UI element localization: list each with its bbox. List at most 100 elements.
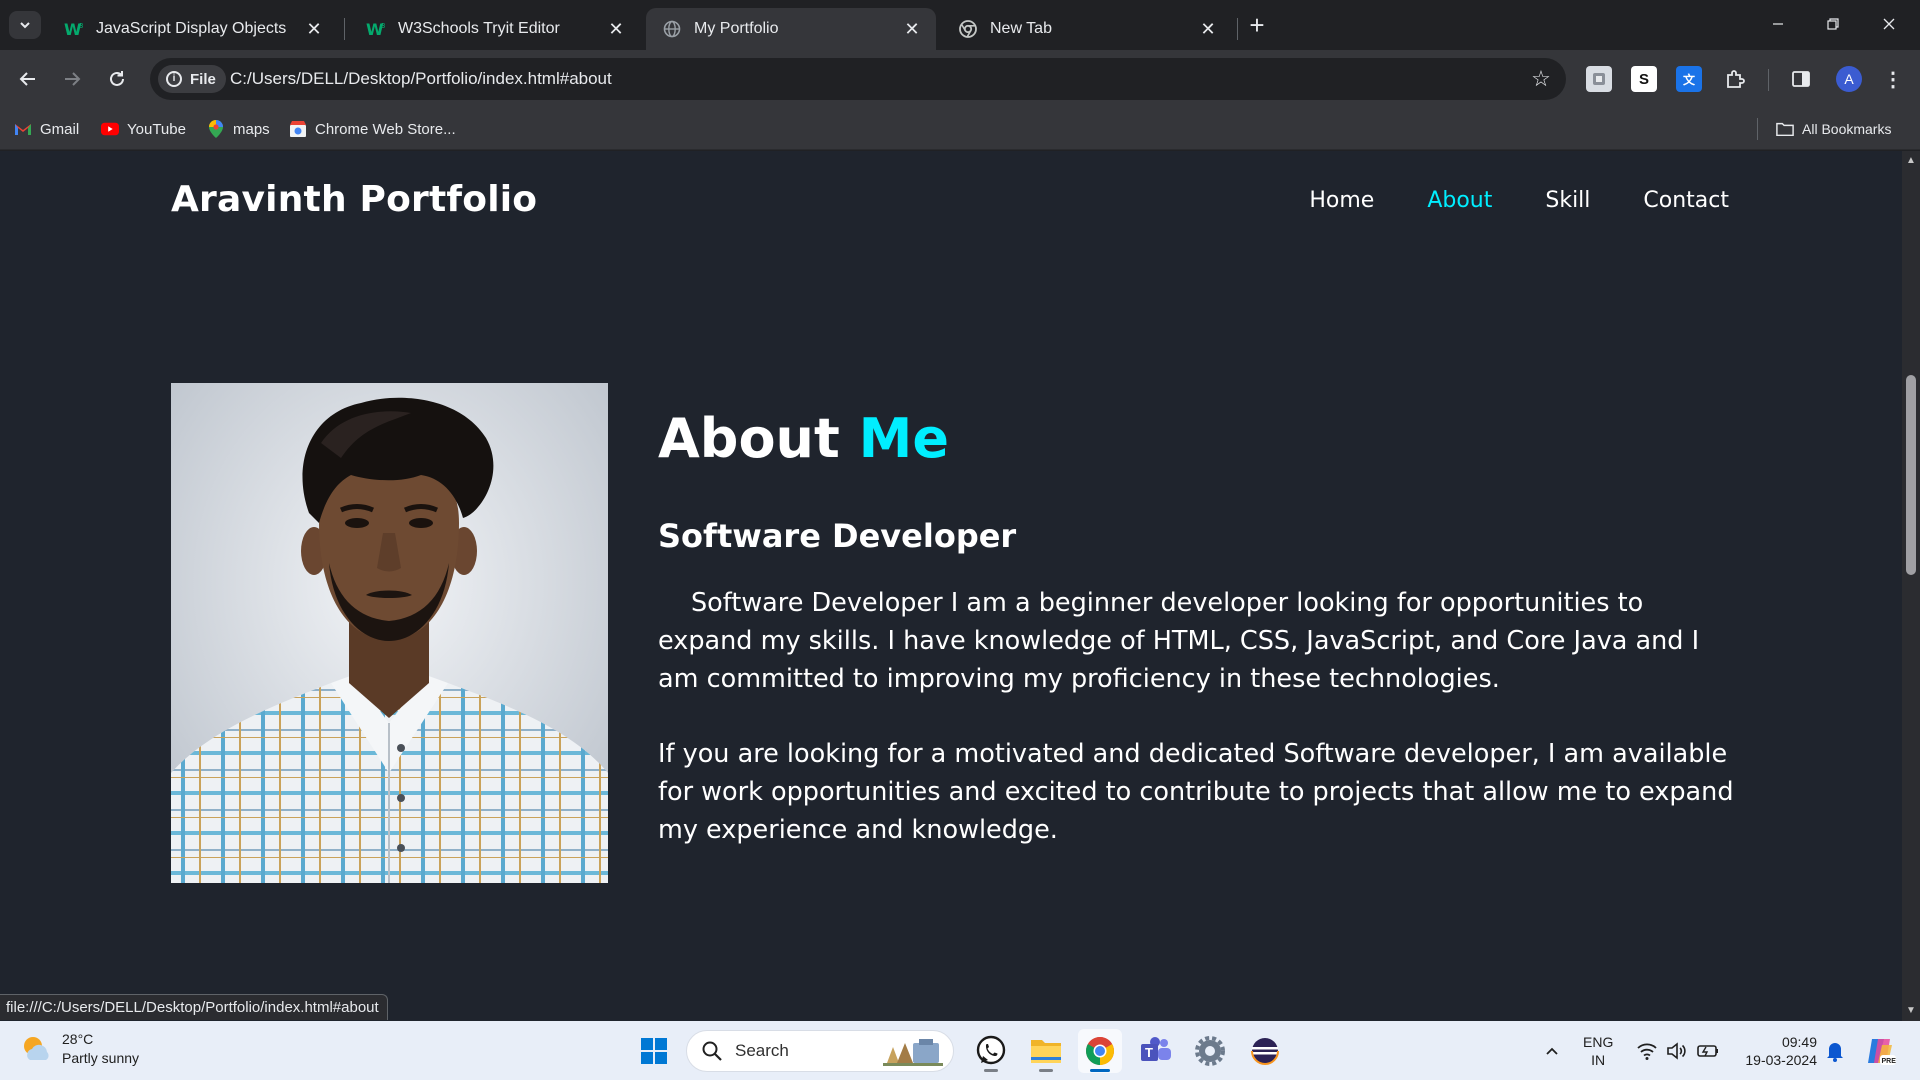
reload-icon bbox=[110, 71, 124, 86]
volume-icon bbox=[1667, 1042, 1686, 1060]
taskbar-settings[interactable] bbox=[1188, 1029, 1232, 1073]
whatsapp-icon bbox=[976, 1035, 1006, 1065]
extensions-puzzle-icon[interactable] bbox=[1722, 66, 1748, 92]
close-window-button[interactable] bbox=[1866, 8, 1912, 40]
system-tray-icons[interactable] bbox=[1636, 1038, 1736, 1064]
partly-sunny-icon bbox=[24, 1037, 49, 1060]
tab-javascript-display-objects[interactable]: W3 JavaScript Display Objects ✕ bbox=[48, 8, 338, 50]
start-button[interactable] bbox=[632, 1029, 676, 1073]
tab-my-portfolio[interactable]: My Portfolio ✕ bbox=[646, 8, 936, 50]
bookmark-label: Gmail bbox=[40, 120, 80, 138]
restore-button[interactable] bbox=[1810, 8, 1856, 40]
tab-search-button[interactable] bbox=[9, 11, 41, 39]
bookmark-label: maps bbox=[233, 120, 270, 138]
restore-icon bbox=[1827, 18, 1839, 30]
search-icon bbox=[702, 1041, 722, 1061]
scrollbar-thumb[interactable] bbox=[1906, 375, 1916, 575]
site-info-chip[interactable]: i File bbox=[158, 65, 226, 93]
arrow-left-icon bbox=[19, 72, 35, 86]
close-icon bbox=[1883, 18, 1895, 30]
nav-home[interactable]: Home bbox=[1309, 188, 1374, 213]
about-heading-accent: Me bbox=[858, 407, 949, 470]
weather-temp: 28°C bbox=[62, 1031, 94, 1047]
close-icon[interactable]: ✕ bbox=[902, 19, 922, 39]
language-indicator[interactable]: ENG IN bbox=[1583, 1033, 1613, 1069]
taskbar-search[interactable]: Search bbox=[686, 1030, 954, 1072]
s-extension-icon[interactable]: S bbox=[1631, 66, 1657, 92]
scroll-down-arrow-icon[interactable]: ▼ bbox=[1905, 1005, 1917, 1017]
tab-title: JavaScript Display Objects bbox=[96, 20, 287, 37]
chevron-up-icon[interactable] bbox=[1540, 1039, 1564, 1063]
translate-extension-icon[interactable]: 文 bbox=[1676, 66, 1702, 92]
tab-w3schools-tryit-editor[interactable]: W3 W3Schools Tryit Editor ✕ bbox=[350, 8, 640, 50]
about-heading: About Me bbox=[658, 407, 949, 470]
browser-toolbar: i File C:/Users/DELL/Desktop/Portfolio/i… bbox=[0, 50, 1920, 108]
side-panel-icon[interactable] bbox=[1788, 66, 1814, 92]
tab-new-tab[interactable]: New Tab ✕ bbox=[942, 8, 1232, 50]
taskbar-eclipse[interactable] bbox=[1243, 1029, 1287, 1073]
tab-title: New Tab bbox=[990, 20, 1052, 37]
back-button[interactable] bbox=[12, 63, 44, 95]
svg-text:3: 3 bbox=[381, 22, 385, 30]
gmail-icon bbox=[14, 120, 32, 138]
minimize-button[interactable] bbox=[1755, 8, 1801, 40]
reload-button[interactable] bbox=[101, 63, 133, 95]
site-logo[interactable]: Aravinth Portfolio bbox=[171, 179, 537, 220]
running-indicator bbox=[984, 1069, 998, 1072]
page-scrollbar[interactable]: ▲ ▼ bbox=[1902, 151, 1920, 1021]
nav-skill[interactable]: Skill bbox=[1545, 188, 1590, 213]
more-menu-icon[interactable]: ⋮ bbox=[1880, 66, 1906, 92]
bookmark-star-icon[interactable]: ☆ bbox=[1528, 66, 1554, 92]
bookmarks-separator bbox=[1757, 118, 1758, 140]
close-icon[interactable]: ✕ bbox=[304, 19, 324, 39]
globe-icon bbox=[662, 19, 682, 39]
taskbar-whatsapp[interactable] bbox=[969, 1029, 1013, 1073]
address-bar[interactable]: i File C:/Users/DELL/Desktop/Portfolio/i… bbox=[150, 58, 1566, 100]
chip-label: File bbox=[190, 70, 216, 88]
profile-avatar[interactable]: A bbox=[1836, 66, 1862, 92]
tab-title: My Portfolio bbox=[694, 20, 779, 37]
nav-contact[interactable]: Contact bbox=[1643, 188, 1729, 213]
bookmark-maps[interactable]: maps bbox=[207, 116, 270, 142]
new-tab-button[interactable]: + bbox=[1243, 12, 1271, 40]
weather-widget[interactable]: 28°C Partly sunny bbox=[20, 1030, 139, 1068]
taskbar-chrome[interactable] bbox=[1078, 1029, 1122, 1073]
svg-text:PRE: PRE bbox=[1882, 1058, 1897, 1065]
scroll-up-arrow-icon[interactable]: ▲ bbox=[1905, 155, 1917, 167]
notification-bell-icon[interactable] bbox=[1824, 1039, 1846, 1063]
minimize-icon bbox=[1773, 23, 1783, 25]
close-icon[interactable]: ✕ bbox=[1198, 19, 1218, 39]
w3schools-icon: W3 bbox=[64, 19, 84, 39]
close-icon[interactable]: ✕ bbox=[606, 19, 626, 39]
tab-separator bbox=[1237, 18, 1238, 40]
language-line-2: IN bbox=[1591, 1052, 1606, 1068]
about-paragraph-1: Software Developer I am a beginner devel… bbox=[658, 588, 1700, 694]
info-icon: i bbox=[166, 71, 182, 87]
nav-about[interactable]: About bbox=[1427, 188, 1492, 213]
svg-text:3: 3 bbox=[79, 22, 83, 30]
clock[interactable]: 09:49 19-03-2024 bbox=[1737, 1033, 1817, 1069]
site-nav: Home About Skill Contact bbox=[1309, 188, 1729, 213]
bookmark-gmail[interactable]: Gmail bbox=[14, 116, 79, 142]
address-url[interactable]: C:/Users/DELL/Desktop/Portfolio/index.ht… bbox=[230, 69, 612, 89]
gear-icon bbox=[1195, 1036, 1225, 1066]
weather-condition: Partly sunny bbox=[62, 1050, 140, 1066]
about-paragraph-2: If you are looking for a motivated and d… bbox=[658, 739, 1734, 845]
about-subtitle: Software Developer bbox=[658, 517, 1017, 555]
all-bookmarks-button[interactable]: All Bookmarks bbox=[1776, 116, 1891, 142]
bookmark-youtube[interactable]: YouTube bbox=[101, 116, 186, 142]
taskbar-file-explorer[interactable] bbox=[1024, 1029, 1068, 1073]
taskbar-teams[interactable]: T bbox=[1134, 1029, 1178, 1073]
running-indicator bbox=[1039, 1069, 1053, 1072]
clock-date: 19-03-2024 bbox=[1745, 1052, 1817, 1068]
forward-button[interactable] bbox=[56, 63, 88, 95]
extension-puzzle-app-icon[interactable] bbox=[1586, 66, 1612, 92]
bookmark-label: YouTube bbox=[127, 120, 186, 138]
tab-strip: W3 JavaScript Display Objects ✕ W3 W3Sch… bbox=[0, 0, 1920, 50]
page-viewport: Aravinth Portfolio Home About Skill Cont… bbox=[0, 151, 1902, 1021]
tab-separator bbox=[344, 18, 345, 40]
copilot-icon[interactable]: PRE bbox=[1864, 1035, 1896, 1067]
search-placeholder: Search bbox=[735, 1041, 789, 1060]
running-indicator bbox=[1090, 1069, 1110, 1072]
bookmark-chrome-web-store[interactable]: Chrome Web Store... bbox=[289, 116, 456, 142]
